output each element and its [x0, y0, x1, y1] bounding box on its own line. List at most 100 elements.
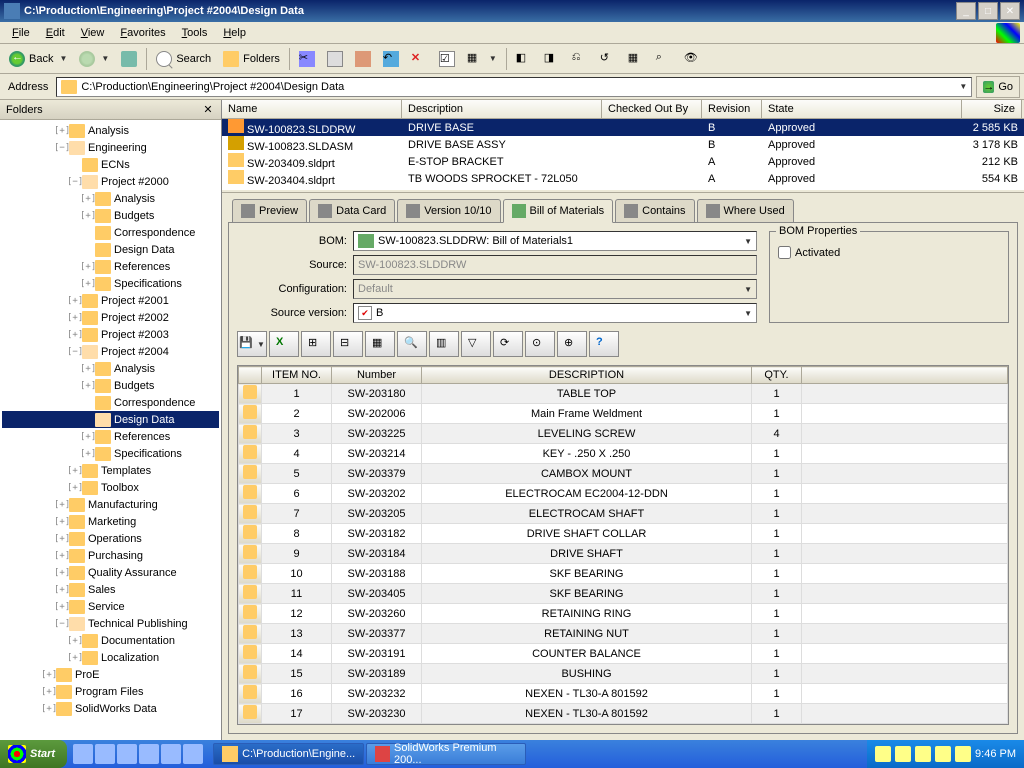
save-button[interactable]: 💾▼	[237, 331, 267, 357]
bom-row[interactable]: 7SW-203205ELECTROCAM SHAFT1	[239, 504, 1008, 524]
tree-toggle[interactable]: [−]	[67, 347, 79, 357]
bom-row[interactable]: 4SW-203214KEY - .250 X .2501	[239, 444, 1008, 464]
ql-item[interactable]	[161, 744, 181, 764]
columns-button[interactable]: ▥	[429, 331, 459, 357]
refresh-button[interactable]: ⟳	[493, 331, 523, 357]
tree-toggle[interactable]: [+]	[41, 704, 53, 714]
activated-checkbox[interactable]: Activated	[778, 246, 1000, 259]
tree-item[interactable]: [+]Service	[2, 598, 219, 615]
tray-icon[interactable]	[895, 746, 911, 762]
bom-row[interactable]: 6SW-203202ELECTROCAM EC2004-12-DDN1	[239, 484, 1008, 504]
tree-item[interactable]: [−]Project #2000	[2, 173, 219, 190]
tree-toggle[interactable]: [+]	[80, 262, 92, 272]
column-header[interactable]: Description	[402, 100, 602, 118]
tree-item[interactable]: [+]Budgets	[2, 207, 219, 224]
tree-toggle[interactable]: [+]	[80, 194, 92, 204]
tree-toggle[interactable]: [−]	[54, 619, 66, 629]
bom-row[interactable]: 5SW-203379CAMBOX MOUNT1	[239, 464, 1008, 484]
tree-toggle[interactable]: [+]	[54, 126, 66, 136]
ql-item[interactable]	[183, 744, 203, 764]
tree-toggle[interactable]: [+]	[67, 653, 79, 663]
srcver-dropdown[interactable]: ✔B▼	[353, 303, 757, 323]
tab-data-card[interactable]: Data Card	[309, 199, 395, 222]
chevron-down-icon[interactable]: ▼	[744, 237, 752, 246]
bom-row[interactable]: 9SW-203184DRIVE SHAFT1	[239, 544, 1008, 564]
tray-icon[interactable]	[915, 746, 931, 762]
tree-toggle[interactable]: [−]	[54, 143, 66, 153]
tree-item[interactable]: [+]Project #2001	[2, 292, 219, 309]
tree-item[interactable]: Design Data	[2, 241, 219, 258]
tray-icon[interactable]	[875, 746, 891, 762]
tree-item[interactable]: [+]Specifications	[2, 445, 219, 462]
bom-row[interactable]: 14SW-203191COUNTER BALANCE1	[239, 644, 1008, 664]
tree-item[interactable]: [+]References	[2, 428, 219, 445]
tree-item[interactable]: [+]Sales	[2, 581, 219, 598]
tree-item[interactable]: [+]Specifications	[2, 275, 219, 292]
tree-item[interactable]: [+]Templates	[2, 462, 219, 479]
tree-toggle[interactable]: [+]	[41, 670, 53, 680]
tree-item[interactable]: [+]SolidWorks Data	[2, 700, 219, 717]
tree-toggle[interactable]: [+]	[54, 602, 66, 612]
column-header[interactable]: State	[762, 100, 962, 118]
search-button[interactable]: Search	[151, 47, 216, 71]
column-header[interactable]: Revision	[702, 100, 762, 118]
bom-column-header[interactable]: ITEM NO.	[262, 367, 332, 384]
tree-item[interactable]: [+]Budgets	[2, 377, 219, 394]
menu-tools[interactable]: Tools	[174, 25, 216, 41]
tree-item[interactable]: [−]Engineering	[2, 139, 219, 156]
back-button[interactable]: Back▼	[4, 47, 72, 71]
tab-bill-of-materials[interactable]: Bill of Materials	[503, 199, 614, 223]
tree-toggle[interactable]: [+]	[80, 432, 92, 442]
menu-help[interactable]: Help	[215, 25, 254, 41]
tree-item[interactable]: [+]Localization	[2, 649, 219, 666]
tree-item[interactable]: [+]ProE	[2, 666, 219, 683]
paste-button[interactable]	[350, 47, 376, 71]
menu-file[interactable]: File	[4, 25, 38, 41]
tree-item[interactable]: [+]Project #2002	[2, 309, 219, 326]
copy-button[interactable]	[322, 47, 348, 71]
tree-toggle[interactable]: [+]	[67, 636, 79, 646]
bom-dropdown[interactable]: SW-100823.SLDDRW: Bill of Materials1▼	[353, 231, 757, 251]
tree-item[interactable]: [+]Analysis	[2, 190, 219, 207]
bom-column-header[interactable]: Number	[332, 367, 422, 384]
column-header[interactable]: Name	[222, 100, 402, 118]
tool-button[interactable]: ⎌	[567, 47, 593, 71]
ql-item[interactable]	[139, 744, 159, 764]
tool-button[interactable]: ⌕	[651, 47, 677, 71]
tree-item[interactable]: [−]Technical Publishing	[2, 615, 219, 632]
bom-table[interactable]: ITEM NO.NumberDESCRIPTIONQTY.1SW-203180T…	[238, 366, 1008, 724]
tree-toggle[interactable]: [+]	[80, 279, 92, 289]
tree-item[interactable]: [+]Analysis	[2, 360, 219, 377]
tool-button[interactable]: ◨	[539, 47, 565, 71]
clock[interactable]: 9:46 PM	[975, 748, 1016, 760]
delete-button[interactable]: ✕	[406, 47, 432, 71]
bom-row[interactable]: 16SW-203232NEXEN - TL30-A 8015921	[239, 684, 1008, 704]
bom-row[interactable]: 13SW-203377RETAINING NUT1	[239, 624, 1008, 644]
tree-toggle[interactable]: [+]	[54, 585, 66, 595]
grid-button[interactable]: ▦	[365, 331, 395, 357]
tree-item[interactable]: [+]Program Files	[2, 683, 219, 700]
address-input[interactable]: C:\Production\Engineering\Project #2004\…	[56, 77, 972, 97]
tree-toggle[interactable]: [+]	[54, 500, 66, 510]
tree-item[interactable]: [+]Analysis	[2, 122, 219, 139]
tree-toggle[interactable]: [+]	[80, 449, 92, 459]
tree-item[interactable]: [+]Quality Assurance	[2, 564, 219, 581]
views-button[interactable]: ▦▼	[462, 47, 502, 71]
tray-icon[interactable]	[935, 746, 951, 762]
excel-button[interactable]: X	[269, 331, 299, 357]
folders-button[interactable]: Folders	[218, 47, 285, 71]
bom-row[interactable]: 18SW-203403TB WOODS SPROCKET - 72L0501	[239, 724, 1008, 725]
bom-row[interactable]: 15SW-203189BUSHING1	[239, 664, 1008, 684]
folder-tree[interactable]: [+]Analysis[−]EngineeringECNs[−]Project …	[0, 120, 221, 740]
tree-item[interactable]: [+]References	[2, 258, 219, 275]
bom-row[interactable]: 11SW-203405SKF BEARING1	[239, 584, 1008, 604]
tree-toggle[interactable]: [+]	[67, 466, 79, 476]
tray-icon[interactable]	[955, 746, 971, 762]
chevron-down-icon[interactable]: ▼	[257, 340, 265, 349]
bom-column-header[interactable]: DESCRIPTION	[422, 367, 752, 384]
column-header[interactable]: Checked Out By	[602, 100, 702, 118]
tree-toggle[interactable]: [+]	[67, 330, 79, 340]
tab-contains[interactable]: Contains	[615, 199, 694, 222]
menu-edit[interactable]: Edit	[38, 25, 73, 41]
activated-input[interactable]	[778, 246, 791, 259]
